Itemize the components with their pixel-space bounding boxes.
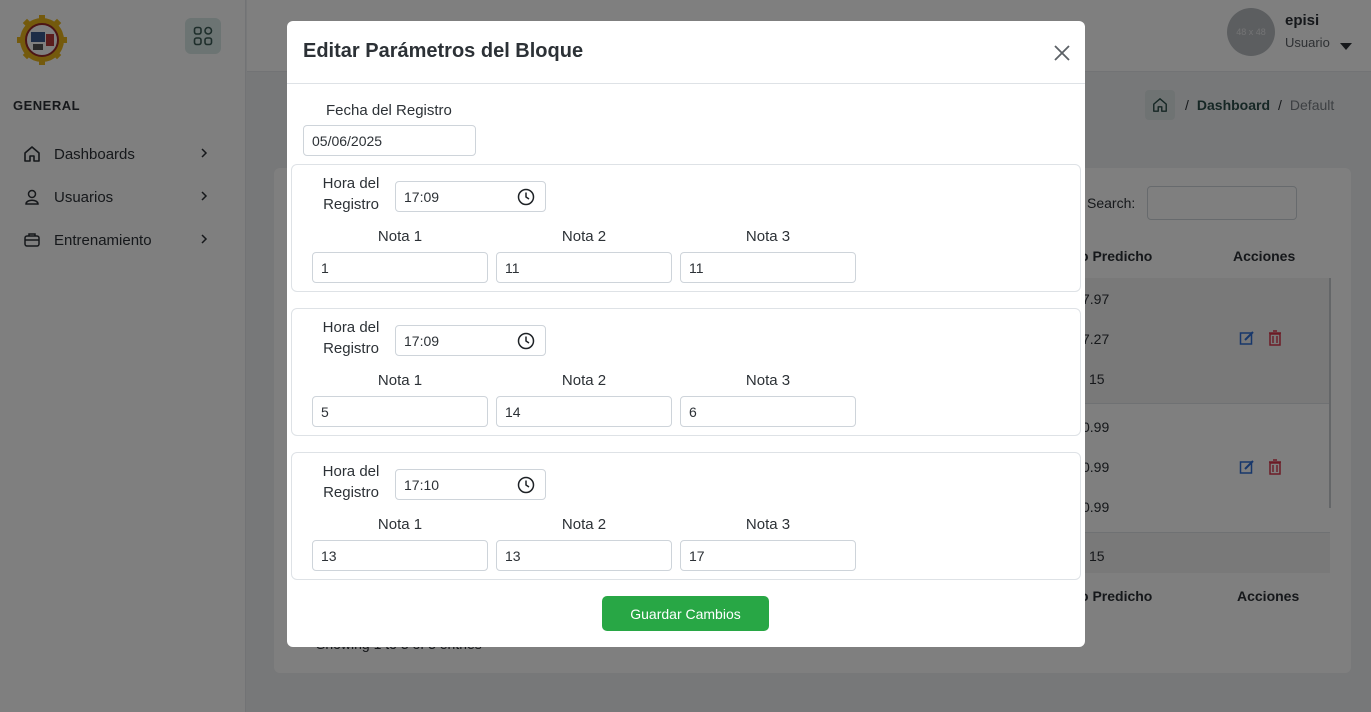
registro-block: Hora del Registro 17:09 Nota 1 Nota 2 No… (291, 308, 1081, 436)
hora-label: Hora del Registro (322, 463, 380, 501)
nota-3-input[interactable]: 6 (680, 396, 856, 427)
hora-input[interactable]: 17:09 (395, 325, 546, 356)
hora-value: 17:09 (404, 188, 440, 205)
registro-block: Hora del Registro 17:10 Nota 1 Nota 2 No… (291, 452, 1081, 580)
edit-block-modal: Editar Parámetros del Bloque Fecha del R… (287, 21, 1085, 647)
nota-1-input[interactable]: 13 (312, 540, 488, 571)
fecha-label: Fecha del Registro (326, 102, 452, 119)
nota-3-label: Nota 3 (745, 516, 791, 533)
nota-3-input[interactable]: 17 (680, 540, 856, 571)
modal-header: Editar Parámetros del Bloque (287, 21, 1085, 84)
nota-2-label: Nota 2 (561, 372, 607, 389)
hora-input[interactable]: 17:09 (395, 181, 546, 212)
close-button[interactable] (1051, 42, 1073, 64)
close-icon (1054, 45, 1070, 61)
nota-1-input[interactable]: 5 (312, 396, 488, 427)
clock-icon[interactable] (517, 476, 535, 497)
hora-value: 17:09 (404, 332, 440, 349)
nota-3-label: Nota 3 (745, 228, 791, 245)
hora-label: Hora del Registro (322, 175, 380, 213)
nota-2-input[interactable]: 13 (496, 540, 672, 571)
nota-1-input[interactable]: 1 (312, 252, 488, 283)
hora-value: 17:10 (404, 476, 440, 493)
nota-1-label: Nota 1 (377, 372, 423, 389)
save-button[interactable]: Guardar Cambios (602, 596, 769, 631)
hora-label: Hora del Registro (322, 319, 380, 357)
nota-2-input[interactable]: 14 (496, 396, 672, 427)
nota-3-input[interactable]: 11 (680, 252, 856, 283)
registro-block: Hora del Registro 17:09 Nota 1 Nota 2 No… (291, 164, 1081, 292)
nota-1-label: Nota 1 (377, 516, 423, 533)
clock-icon[interactable] (517, 188, 535, 209)
nota-2-label: Nota 2 (561, 516, 607, 533)
hora-input[interactable]: 17:10 (395, 469, 546, 500)
nota-2-input[interactable]: 11 (496, 252, 672, 283)
clock-icon[interactable] (517, 332, 535, 353)
nota-1-label: Nota 1 (377, 228, 423, 245)
modal-title: Editar Parámetros del Bloque (303, 40, 584, 62)
nota-3-label: Nota 3 (745, 372, 791, 389)
fecha-input[interactable]: 05/06/2025 (303, 125, 476, 156)
nota-2-label: Nota 2 (561, 228, 607, 245)
